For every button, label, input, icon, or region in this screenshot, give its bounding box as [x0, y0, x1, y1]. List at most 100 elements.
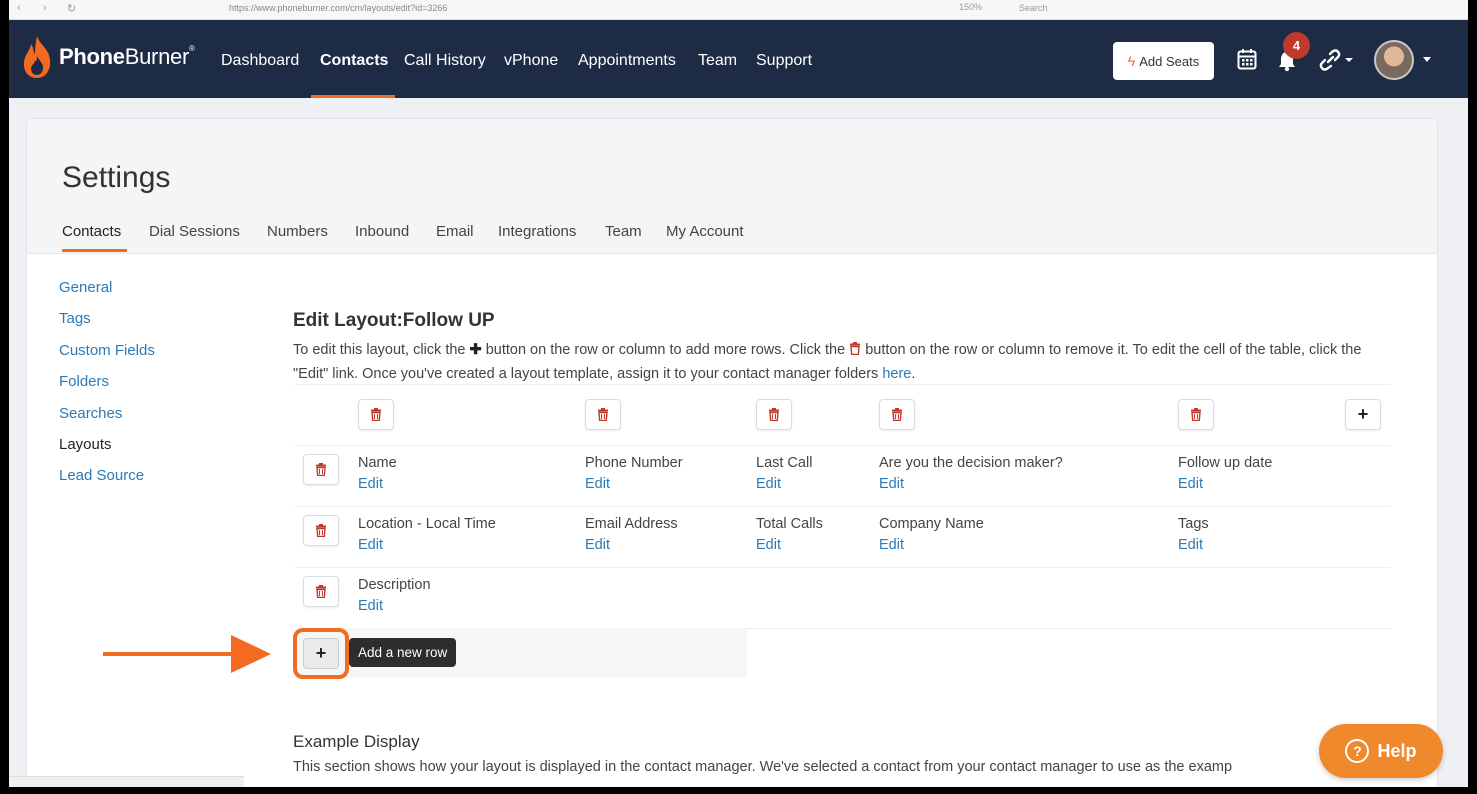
phoneburner-logo[interactable]: PhoneBurner®	[21, 34, 195, 80]
delete-row-1-button[interactable]	[303, 454, 339, 485]
sidebar-item-custom-fields[interactable]: Custom Fields	[59, 342, 155, 359]
cell-label: Last Call	[756, 455, 813, 471]
tab-integrations[interactable]: Integrations	[498, 223, 576, 240]
sidebar-item-general[interactable]: General	[59, 279, 112, 296]
nav-dashboard[interactable]: Dashboard	[221, 52, 299, 70]
tab-inbound[interactable]: Inbound	[355, 223, 409, 240]
user-avatar[interactable]	[1374, 40, 1414, 80]
chevron-down-icon[interactable]	[1422, 56, 1432, 64]
sidebar-item-searches[interactable]: Searches	[59, 405, 122, 422]
delete-column-5-button[interactable]	[1178, 399, 1214, 430]
tab-my-account[interactable]: My Account	[666, 223, 744, 240]
active-nav-indicator	[311, 95, 395, 98]
tab-team[interactable]: Team	[605, 223, 642, 240]
browser-status-bar	[9, 776, 244, 787]
calendar-icon[interactable]	[1237, 48, 1257, 70]
browser-viewport: ‹ › ↻ https://www.phoneburner.com/cm/lay…	[9, 0, 1468, 787]
sidebar-item-layouts[interactable]: Layouts	[59, 436, 112, 453]
trash-icon	[1191, 408, 1201, 421]
cell-edit-link[interactable]: Edit	[1178, 476, 1203, 492]
highlight-ring	[293, 628, 349, 679]
cell-edit-link[interactable]: Edit	[358, 537, 383, 553]
cell-edit-link[interactable]: Edit	[1178, 537, 1203, 553]
tab-contacts[interactable]: Contacts	[62, 223, 121, 240]
cell-edit-link[interactable]: Edit	[756, 476, 781, 492]
cell-edit-link[interactable]: Edit	[585, 476, 610, 492]
trash-icon	[316, 524, 326, 537]
cell-label: Tags	[1178, 516, 1209, 532]
link-menu-icon[interactable]	[1319, 49, 1355, 71]
question-icon: ?	[1345, 739, 1370, 763]
delete-column-1-button[interactable]	[358, 399, 394, 430]
delete-column-2-button[interactable]	[585, 399, 621, 430]
add-row-tooltip: Add a new row	[349, 638, 457, 667]
browser-toolbar: ‹ › ↻ https://www.phoneburner.com/cm/lay…	[9, 0, 1468, 20]
top-navigation: PhoneBurner® Dashboard Contacts Call His…	[9, 20, 1468, 98]
cell-edit-link[interactable]: Edit	[358, 476, 383, 492]
cell-label: Name	[358, 455, 397, 471]
arrow-right-icon	[103, 635, 271, 673]
help-button[interactable]: ? Help	[1319, 724, 1443, 778]
plus-icon: +	[1357, 404, 1369, 424]
tab-dial-sessions[interactable]: Dial Sessions	[149, 223, 240, 240]
browser-search-input[interactable]: Search	[1019, 3, 1048, 13]
cell-edit-link[interactable]: Edit	[756, 537, 781, 553]
back-icon[interactable]: ‹	[17, 2, 21, 14]
cell-edit-link[interactable]: Edit	[879, 476, 904, 492]
nav-call-history[interactable]: Call History	[404, 52, 486, 70]
tab-numbers[interactable]: Numbers	[267, 223, 328, 240]
forward-icon[interactable]: ›	[43, 2, 47, 14]
table-border	[295, 384, 1391, 385]
nav-contacts[interactable]: Contacts	[320, 52, 388, 70]
layout-title: Edit Layout:Follow UP	[293, 310, 495, 331]
cell-label: Description	[358, 577, 431, 593]
cell-label: Email Address	[585, 516, 678, 532]
assign-folders-link[interactable]: here	[882, 366, 911, 382]
delete-column-4-button[interactable]	[879, 399, 915, 430]
tab-email[interactable]: Email	[436, 223, 474, 240]
flame-icon	[23, 36, 51, 78]
delete-column-3-button[interactable]	[756, 399, 792, 430]
address-bar[interactable]: https://www.phoneburner.com/cm/layouts/e…	[229, 3, 447, 13]
plus-icon: ✚	[469, 342, 482, 358]
trash-icon	[892, 408, 902, 421]
cell-label: Follow up date	[1178, 455, 1273, 471]
nav-vphone[interactable]: vPhone	[504, 52, 558, 70]
nav-team[interactable]: Team	[698, 52, 737, 70]
notification-badge[interactable]: 4	[1283, 32, 1310, 59]
trash-icon	[316, 585, 326, 598]
delete-row-2-button[interactable]	[303, 515, 339, 546]
cell-edit-link[interactable]: Edit	[585, 537, 610, 553]
sidebar-item-tags[interactable]: Tags	[59, 310, 91, 327]
trash-icon	[769, 408, 779, 421]
sidebar-item-folders[interactable]: Folders	[59, 373, 109, 390]
delete-row-3-button[interactable]	[303, 576, 339, 607]
cell-label: Location - Local Time	[358, 516, 496, 532]
cell-label: Phone Number	[585, 455, 683, 471]
layout-instructions: To edit this layout, click the ✚ button …	[293, 342, 1362, 382]
lightning-icon: ϟ	[1127, 53, 1136, 69]
brand-name: PhoneBurner®	[59, 44, 195, 69]
table-border	[295, 445, 1391, 446]
example-display-description: This section shows how your layout is di…	[293, 759, 1233, 775]
cell-edit-link[interactable]: Edit	[879, 537, 904, 553]
page-title: Settings	[62, 161, 171, 194]
reload-icon[interactable]: ↻	[67, 2, 76, 15]
trash-icon	[371, 408, 381, 421]
trash-icon	[850, 342, 861, 356]
example-display-title: Example Display	[293, 732, 420, 751]
cell-label: Are you the decision maker?	[879, 455, 1063, 471]
trash-icon	[598, 408, 608, 421]
cell-edit-link[interactable]: Edit	[358, 598, 383, 614]
cell-label: Total Calls	[756, 516, 823, 532]
add-seats-button[interactable]: ϟ Add Seats	[1113, 42, 1214, 80]
table-border	[295, 506, 1391, 507]
sidebar-item-lead-source[interactable]: Lead Source	[59, 467, 144, 484]
add-column-button[interactable]: +	[1345, 399, 1381, 430]
nav-support[interactable]: Support	[756, 52, 812, 70]
settings-card: Settings Contacts Dial Sessions Numbers …	[26, 118, 1438, 787]
nav-appointments[interactable]: Appointments	[578, 52, 676, 70]
settings-header: Settings Contacts Dial Sessions Numbers …	[27, 119, 1437, 254]
cell-label: Company Name	[879, 516, 984, 532]
trash-icon	[316, 463, 326, 476]
